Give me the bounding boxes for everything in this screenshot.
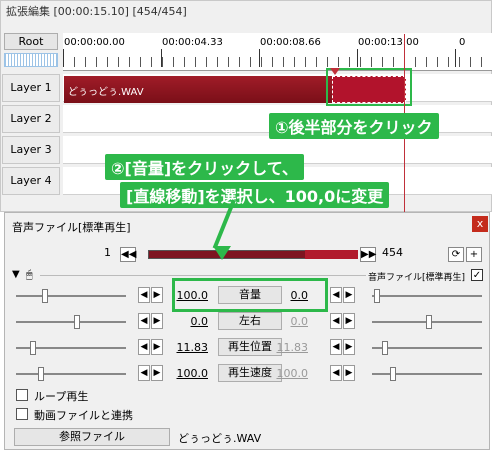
link-video-checkbox[interactable]	[16, 408, 28, 420]
volume-end-increment[interactable]: ▶	[343, 287, 355, 303]
highlight-box-volume	[172, 278, 328, 312]
position-end-slider-thumb[interactable]	[382, 341, 388, 355]
position-start-decrement[interactable]: ◀	[138, 339, 150, 355]
volume-end-slider-track[interactable]	[372, 295, 482, 297]
pan-end-value[interactable]: 0.0	[270, 315, 309, 328]
ruler-label: 00:00:04.33	[162, 37, 223, 48]
annotation-step-2-line-1: ②[音量]をクリックして、	[105, 154, 304, 180]
audio-clip-name: どぅっどぅ.WAV	[68, 87, 144, 98]
ruler-major-tick	[161, 49, 162, 67]
speed-start-decrement[interactable]: ◀	[138, 365, 150, 381]
ruler-major-tick	[455, 49, 456, 67]
arrow-down-icon	[213, 246, 231, 260]
position-end-value[interactable]: 11.83	[270, 341, 309, 354]
root-button[interactable]: Root	[4, 33, 58, 50]
ruler-label: 00:00:08.66	[260, 37, 321, 48]
zoom-scale-bar[interactable]	[4, 53, 58, 67]
annotation-step-1: ①後半部分をクリック	[269, 113, 439, 139]
ruler-ticks	[63, 57, 492, 67]
pan-end-slider-thumb[interactable]	[426, 315, 432, 329]
frame-start-number: 1	[104, 246, 111, 259]
speed-start-slider-thumb[interactable]	[38, 367, 44, 381]
timeline-title: 拡張編集 [00:00:15.10] [454/454]	[6, 5, 187, 18]
pan-start-value[interactable]: 0.0	[170, 315, 209, 328]
position-end-increment[interactable]: ▶	[343, 339, 355, 355]
position-start-value[interactable]: 11.83	[170, 341, 209, 354]
pan-start-slider-thumb[interactable]	[74, 315, 80, 329]
reference-file-name: どぅっどぅ.WAV	[178, 432, 262, 445]
link-video-label: 動画ファイルと連携	[34, 409, 133, 422]
ruler-major-tick	[63, 49, 64, 67]
volume-end-decrement[interactable]: ◀	[330, 287, 342, 303]
ruler-major-tick	[259, 49, 260, 67]
pan-end-decrement[interactable]: ◀	[330, 313, 342, 329]
loop-label: ループ再生	[34, 390, 89, 403]
layer-2-label[interactable]: Layer 2	[2, 105, 60, 133]
pan-start-slider-track[interactable]	[16, 321, 126, 323]
pan-start-decrement[interactable]: ◀	[138, 313, 150, 329]
volume-start-slider-thumb[interactable]	[42, 289, 48, 303]
ruler-label: 0	[459, 37, 466, 48]
volume-start-decrement[interactable]: ◀	[138, 287, 150, 303]
layer-4-label[interactable]: Layer 4	[2, 167, 60, 195]
position-end-slider-track[interactable]	[372, 347, 482, 349]
ruler-label: 00:00:00.00	[64, 37, 125, 48]
speed-end-slider-track[interactable]	[372, 373, 482, 375]
collapse-arrow-icon[interactable]: ▼	[12, 269, 20, 280]
volume-start-increment[interactable]: ▶	[151, 287, 163, 303]
speed-start-value[interactable]: 100.0	[170, 367, 209, 380]
fast-forward-icon[interactable]: ▶▶	[360, 247, 376, 262]
frame-end-number: 454	[382, 246, 403, 259]
position-end-decrement[interactable]: ◀	[330, 339, 342, 355]
volume-end-slider-thumb[interactable]	[374, 289, 380, 303]
midpoint-marker-icon	[330, 68, 340, 75]
layer-3-label[interactable]: Layer 3	[2, 136, 60, 164]
speed-end-decrement[interactable]: ◀	[330, 365, 342, 381]
loop-checkbox[interactable]	[16, 389, 28, 401]
enable-checkbox[interactable]: ✓	[471, 269, 483, 281]
speed-end-value[interactable]: 100.0	[270, 367, 309, 380]
pan-start-increment[interactable]: ▶	[151, 313, 163, 329]
reference-file-button[interactable]: 参照ファイル	[14, 428, 170, 446]
speed-end-slider-thumb[interactable]	[390, 367, 396, 381]
speed-start-slider-track[interactable]	[16, 373, 126, 375]
mouse-icon: 🖱	[26, 268, 33, 281]
time-ruler[interactable]: 00:00:00.00 00:00:04.33 00:00:08.66 00:0…	[63, 33, 492, 71]
position-start-slider-thumb[interactable]	[30, 341, 36, 355]
preset-label: 音声ファイル[標準再生]	[368, 273, 466, 283]
refresh-icon[interactable]: ⟳	[448, 247, 464, 262]
ruler-major-tick	[357, 49, 358, 67]
annotation-step-2-line-2: [直線移動]を選択し、100,0に変更	[120, 182, 390, 208]
volume-start-slider-track[interactable]	[16, 295, 126, 297]
close-button[interactable]: x	[472, 216, 488, 232]
rewind-icon[interactable]: ◀◀	[120, 247, 136, 262]
ruler-label: 00:00:13.00	[358, 37, 419, 48]
speed-end-increment[interactable]: ▶	[343, 365, 355, 381]
divider	[40, 275, 366, 276]
speed-start-increment[interactable]: ▶	[151, 365, 163, 381]
add-icon[interactable]: +	[466, 247, 482, 262]
pan-end-increment[interactable]: ▶	[343, 313, 355, 329]
layer-1-label[interactable]: Layer 1	[2, 74, 60, 102]
dialog-title: 音声ファイル[標準再生]	[12, 221, 131, 234]
frame-seek-selected	[305, 250, 358, 259]
position-start-increment[interactable]: ▶	[151, 339, 163, 355]
